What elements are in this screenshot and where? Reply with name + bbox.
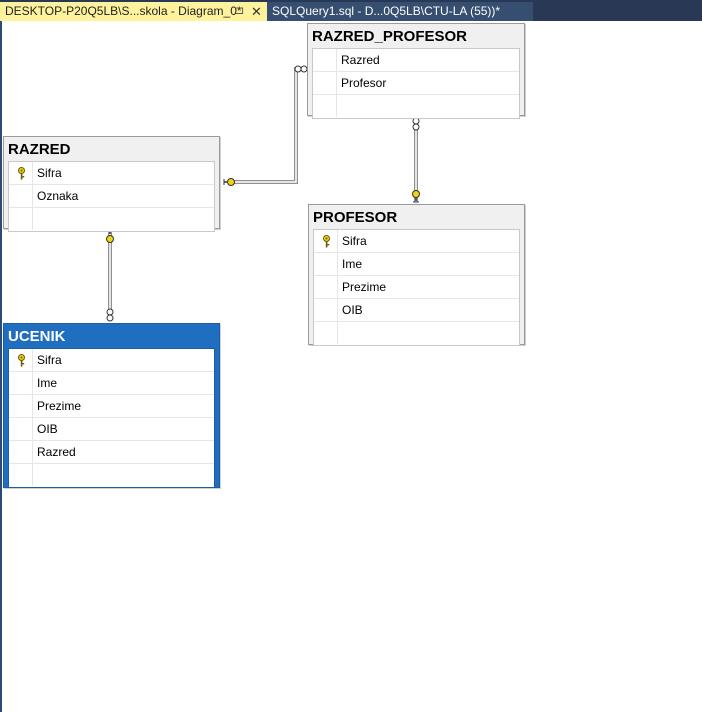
column-name: Razred [341, 53, 380, 67]
row-selector[interactable] [9, 208, 33, 230]
column-name: Razred [37, 445, 76, 459]
column-row[interactable]: Ime [314, 253, 519, 276]
new-column-row[interactable] [9, 464, 214, 487]
table-profesor[interactable]: PROFESOR Sifra Ime Prezime OIB [308, 204, 525, 346]
relationship-razred-ucenik[interactable] [106, 230, 114, 322]
infinity-end-icon [294, 65, 308, 73]
column-name: Prezime [37, 399, 82, 413]
row-selector[interactable] [313, 72, 337, 94]
row-selector[interactable] [9, 441, 33, 463]
row-selector[interactable] [314, 253, 338, 275]
key-icon [323, 235, 330, 248]
key-icon [18, 354, 25, 367]
column-name: Sifra [37, 353, 62, 367]
row-selector[interactable] [313, 95, 337, 117]
column-name: Profesor [341, 76, 387, 90]
table-title: RAZRED_PROFESOR [312, 28, 468, 45]
row-selector[interactable] [314, 276, 338, 298]
row-selector[interactable] [9, 395, 33, 417]
column-name: Oznaka [37, 189, 79, 203]
column-row[interactable]: Profesor [313, 72, 519, 95]
table-title: RAZRED [8, 141, 71, 158]
column-grid: Razred Profesor [312, 48, 520, 119]
column-grid: Sifra Ime Prezime OIB Razred [8, 348, 215, 488]
column-name: Ime [342, 257, 363, 271]
column-name: OIB [342, 303, 363, 317]
new-column-row[interactable] [9, 208, 214, 231]
column-row[interactable]: Ime [9, 372, 214, 395]
table-razred-profesor[interactable]: RAZRED_PROFESOR Razred Profesor [307, 23, 525, 119]
tab-sql-query-label: SQLQuery1.sql - D...0Q5LB\CTU-LA (55))* [272, 4, 501, 18]
column-name: Sifra [342, 234, 367, 248]
column-row[interactable]: Sifra [9, 349, 214, 372]
column-row[interactable]: OIB [314, 299, 519, 322]
key-end-icon [412, 190, 420, 203]
row-selector[interactable] [313, 49, 337, 71]
row-selector[interactable] [9, 185, 33, 207]
diagram-canvas[interactable]: RAZRED_PROFESOR Razred Profesor RAZRED S… [2, 21, 702, 712]
key-icon [18, 167, 25, 180]
relationship-razred-razred-profesor[interactable] [223, 65, 308, 186]
new-column-row[interactable] [313, 95, 519, 118]
column-row[interactable]: Sifra [9, 162, 214, 185]
row-selector[interactable] [314, 322, 338, 344]
pin-icon[interactable]: ⊐ [235, 2, 244, 21]
close-icon[interactable]: ✕ [251, 2, 262, 21]
column-name: Prezime [342, 280, 387, 294]
column-row[interactable]: Prezime [9, 395, 214, 418]
row-selector[interactable] [9, 418, 33, 440]
infinity-end-icon [412, 117, 420, 131]
column-row[interactable]: Razred [313, 49, 519, 72]
tab-diagram[interactable]: DESKTOP-P20Q5LB\S...skola - Diagram_0* ⊐… [0, 2, 267, 21]
column-row[interactable]: Razred [9, 441, 214, 464]
column-row[interactable]: OIB [9, 418, 214, 441]
column-name: Ime [37, 376, 58, 390]
column-name: OIB [37, 422, 58, 436]
document-tab-bar: DESKTOP-P20Q5LB\S...skola - Diagram_0* ⊐… [0, 0, 702, 21]
column-name: Sifra [37, 166, 62, 180]
tab-diagram-label: DESKTOP-P20Q5LB\S...skola - Diagram_0* [5, 4, 242, 18]
table-ucenik[interactable]: UCENIK Sifra Ime Prezime OIB Razred [3, 323, 220, 488]
row-selector[interactable] [314, 299, 338, 321]
column-row[interactable]: Sifra [314, 230, 519, 253]
key-end-icon [106, 230, 114, 243]
column-row[interactable]: Oznaka [9, 185, 214, 208]
tab-bar-empty-area [533, 2, 702, 21]
relationship-profesor-razred-profesor[interactable] [412, 117, 420, 203]
table-title: PROFESOR [313, 209, 398, 226]
column-row[interactable]: Prezime [314, 276, 519, 299]
infinity-end-icon [106, 308, 114, 322]
key-end-icon [223, 178, 235, 186]
row-selector[interactable] [9, 372, 33, 394]
column-grid: Sifra Ime Prezime OIB [313, 229, 520, 346]
table-razred[interactable]: RAZRED Sifra Oznaka [3, 136, 220, 232]
column-grid: Sifra Oznaka [8, 161, 215, 232]
table-title: UCENIK [8, 328, 66, 345]
new-column-row[interactable] [314, 322, 519, 345]
tab-sql-query[interactable]: SQLQuery1.sql - D...0Q5LB\CTU-LA (55))* [267, 2, 533, 21]
row-selector[interactable] [9, 464, 33, 486]
